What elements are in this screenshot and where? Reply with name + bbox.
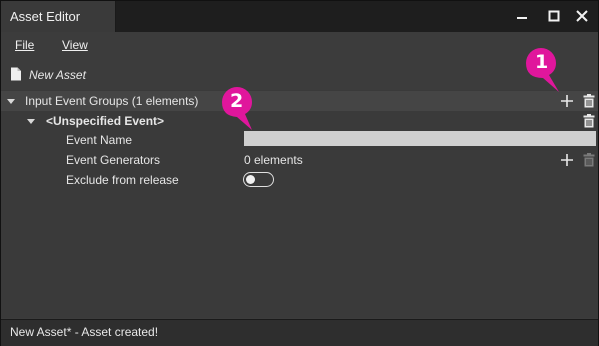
- plus-icon: [561, 154, 573, 166]
- document-icon: [11, 67, 21, 81]
- event-label: <Unspecified Event>: [46, 114, 165, 128]
- tree-row-input-event-groups[interactable]: Input Event Groups (1 elements): [1, 91, 598, 111]
- plus-icon: [561, 95, 573, 107]
- delete-group-button[interactable]: [582, 94, 596, 108]
- menu-view[interactable]: View: [62, 38, 88, 52]
- asset-name: New Asset: [29, 68, 86, 82]
- window-tab[interactable]: Asset Editor: [1, 1, 116, 32]
- callout-marker-2: 2: [218, 84, 258, 134]
- close-icon: [576, 10, 588, 22]
- close-button[interactable]: [572, 6, 592, 26]
- asset-header: New Asset: [1, 63, 598, 87]
- trash-icon: [583, 94, 595, 108]
- tree-row-unspecified-event[interactable]: <Unspecified Event>: [1, 111, 598, 131]
- status-message: New Asset* - Asset created!: [10, 325, 159, 339]
- add-generator-button[interactable]: [560, 153, 574, 167]
- maximize-icon: [548, 10, 560, 22]
- toggle-knob: [246, 175, 255, 184]
- properties-panel: Input Event Groups (1 elements) <Unspeci…: [1, 90, 598, 318]
- callout-2-label: 2: [230, 90, 244, 112]
- expand-arrow-icon[interactable]: [27, 119, 35, 124]
- maximize-button[interactable]: [544, 6, 564, 26]
- callout-marker-1: 1: [523, 45, 563, 95]
- minimize-button[interactable]: [512, 6, 532, 26]
- trash-icon: [583, 114, 595, 128]
- group-label: Input Event Groups (1 elements): [25, 94, 199, 108]
- minimize-icon: [517, 17, 527, 19]
- title-bar: Asset Editor: [1, 1, 598, 32]
- exclude-from-release-label: Exclude from release: [66, 173, 179, 187]
- event-generators-label: Event Generators: [66, 153, 161, 167]
- menu-file-label: File: [15, 38, 35, 52]
- menu-file[interactable]: File: [15, 38, 34, 52]
- callout-1-label: 1: [535, 51, 549, 73]
- delete-event-button[interactable]: [582, 114, 596, 128]
- trash-icon: [583, 153, 595, 167]
- window-title: Asset Editor: [10, 9, 81, 24]
- event-generators-value: 0 elements: [244, 153, 303, 167]
- expand-arrow-icon[interactable]: [7, 99, 15, 104]
- event-name-input[interactable]: [244, 131, 596, 146]
- asset-editor-window: Asset Editor File View New Asset Input E…: [0, 0, 599, 346]
- menu-bar: File View: [1, 32, 598, 58]
- menu-view-label: View: [62, 38, 88, 52]
- event-name-label: Event Name: [66, 133, 133, 147]
- delete-generator-button[interactable]: [582, 153, 596, 167]
- status-bar: New Asset* - Asset created!: [1, 319, 598, 346]
- exclude-from-release-toggle[interactable]: [243, 172, 274, 187]
- add-group-button[interactable]: [560, 94, 574, 108]
